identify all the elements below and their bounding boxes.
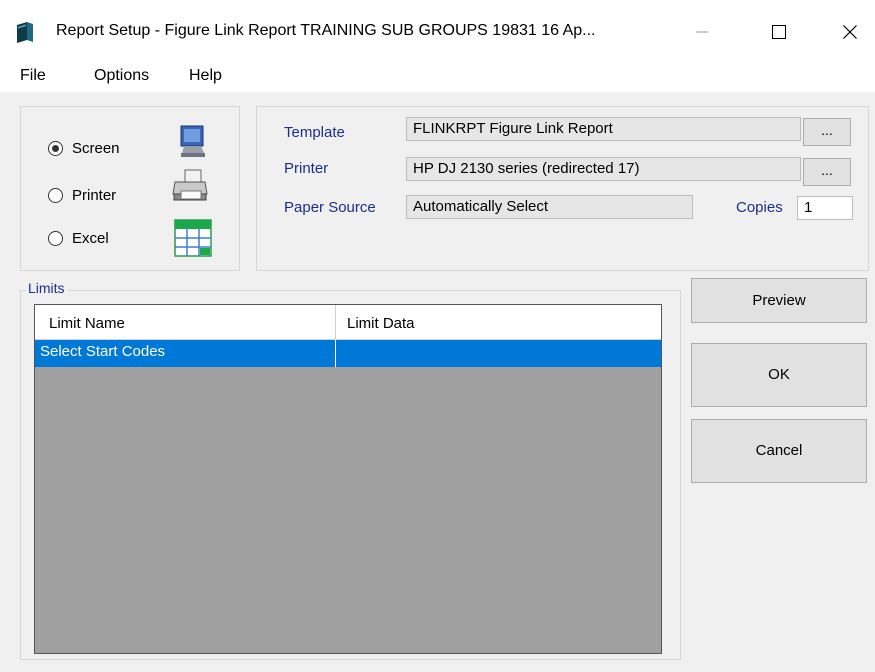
paper-source-label: Paper Source [284,199,376,216]
cancel-button[interactable]: Cancel [691,419,867,483]
printer-icon [172,169,208,201]
menu-help[interactable]: Help [189,67,222,85]
grid-header: Limit Name Limit Data [35,305,661,340]
minimize-button[interactable] [678,14,726,50]
title-bar: Report Setup - Figure Link Report TRAINI… [0,0,875,62]
preview-button[interactable]: Preview [691,278,867,323]
row-divider [335,340,336,367]
radio-printer-label: Printer [72,187,117,204]
copies-label: Copies [736,199,783,216]
spreadsheet-icon [174,219,212,257]
menu-options[interactable]: Options [94,67,149,85]
column-header-limit-name[interactable]: Limit Name [49,315,125,332]
maximize-icon [772,25,786,39]
maximize-button[interactable] [755,14,803,50]
column-divider [335,305,336,339]
menu-file[interactable]: File [20,67,46,85]
limits-group-label: Limits [26,280,68,296]
radio-screen[interactable]: Screen [48,140,120,157]
radio-screen-button[interactable] [48,141,63,156]
monitor-icon [180,125,205,157]
paper-source-field: Automatically Select [406,195,693,219]
radio-screen-label: Screen [72,140,120,157]
printer-field: HP DJ 2130 series (redirected 17) [406,157,801,181]
copies-input[interactable]: 1 [797,196,853,220]
app-book-icon [17,22,33,43]
window-title: Report Setup - Figure Link Report TRAINI… [56,22,596,39]
close-icon [843,25,857,39]
column-header-limit-data[interactable]: Limit Data [347,315,415,332]
minimize-icon [696,31,708,33]
printer-label: Printer [284,160,329,177]
radio-excel[interactable]: Excel [48,230,109,247]
radio-printer[interactable]: Printer [48,187,116,204]
limits-grid[interactable]: Limit Name Limit Data Select Start Codes [34,304,662,654]
ok-button[interactable]: OK [691,343,867,407]
template-field: FLINKRPT Figure Link Report [406,117,801,141]
printer-browse-button[interactable]: ... [803,158,851,186]
table-row[interactable]: Select Start Codes [35,340,661,367]
radio-excel-button[interactable] [48,231,63,246]
close-button[interactable] [826,14,874,50]
template-label: Template [284,124,345,141]
radio-printer-button[interactable] [48,188,63,203]
radio-excel-label: Excel [72,230,109,247]
limit-name-cell[interactable]: Select Start Codes [40,343,165,360]
template-browse-button[interactable]: ... [803,118,851,146]
menu-bar: File Options Help [0,62,875,92]
